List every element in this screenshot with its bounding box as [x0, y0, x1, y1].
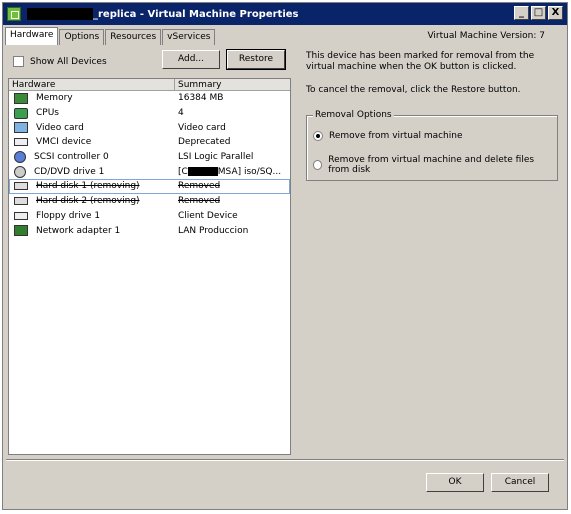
table-row[interactable]: Network adapter 1 LAN Produccion: [9, 223, 290, 238]
table-row[interactable]: Memory 16384 MB: [9, 91, 290, 106]
tab-vservices[interactable]: vServices: [162, 29, 216, 45]
tab-resources[interactable]: Resources: [105, 29, 162, 45]
table-row[interactable]: SCSI controller 0 LSI Logic Parallel: [9, 150, 290, 165]
memory-icon: [14, 92, 28, 104]
row-summary: Video card: [178, 122, 226, 133]
cancel-hint: To cancel the removal, click the Restore…: [306, 85, 521, 95]
row-name: CD/DVD drive 1: [34, 166, 105, 177]
video-card-icon: [14, 122, 28, 134]
table-row-selected[interactable]: Hard disk 1 (removing) Removed: [9, 179, 290, 194]
row-name: Memory: [36, 93, 73, 104]
header-hardware[interactable]: Hardware: [9, 79, 175, 90]
ok-button[interactable]: OK: [426, 473, 484, 492]
show-all-devices-row[interactable]: Show All Devices: [13, 56, 107, 67]
row-summary: 4: [178, 108, 184, 119]
vmci-icon: [14, 138, 28, 147]
hard-disk-icon: [14, 197, 28, 206]
row-name: Floppy drive 1: [36, 210, 101, 221]
remove-radio[interactable]: [313, 131, 323, 141]
header-summary[interactable]: Summary: [175, 79, 222, 90]
vm-version-label: Virtual Machine Version: 7: [427, 31, 545, 41]
footer-separator: [6, 459, 564, 461]
window-title: _replica - Virtual Machine Properties: [27, 8, 299, 20]
row-name: SCSI controller 0: [34, 152, 109, 163]
minimize-button[interactable]: _: [514, 6, 529, 20]
removal-options-title: Removal Options: [313, 110, 394, 120]
row-summary: [C MSA] iso/SQ...: [175, 166, 282, 177]
cdrom-icon: [14, 165, 26, 178]
table-row[interactable]: Floppy drive 1 Client Device: [9, 209, 290, 224]
removal-message: This device has been marked for removal …: [306, 51, 535, 72]
row-name: CPUs: [36, 108, 59, 119]
app-icon: [7, 7, 21, 21]
removal-options-group: Removal Options Remove from virtual mach…: [306, 110, 558, 181]
table-row[interactable]: CD/DVD drive 1 [C MSA] iso/SQ...: [9, 164, 290, 179]
table-row[interactable]: Video card Video card: [9, 120, 290, 135]
row-name: Video card: [36, 122, 84, 133]
remove-option-row[interactable]: Remove from virtual machine: [313, 131, 463, 141]
table-row[interactable]: VMCI device Deprecated: [9, 135, 290, 150]
cancel-button[interactable]: Cancel: [491, 473, 549, 492]
tab-hardware[interactable]: Hardware: [5, 27, 59, 45]
row-summary: Removed: [178, 196, 221, 207]
hard-disk-icon: [14, 182, 28, 191]
hardware-list: Hardware Summary Memory 16384 MB CPUs 4 …: [8, 78, 291, 455]
row-name: VMCI device: [36, 137, 92, 148]
network-icon: [14, 225, 28, 237]
row-name: Hard disk 2 (removing): [36, 196, 140, 207]
show-all-devices-label: Show All Devices: [30, 56, 107, 67]
row-name: Network adapter 1: [36, 225, 121, 236]
maximize-button[interactable]: □: [531, 6, 546, 20]
tab-options[interactable]: Options: [59, 29, 105, 45]
row-name: Hard disk 1 (removing): [36, 181, 140, 192]
show-all-devices-checkbox[interactable]: [13, 56, 24, 67]
close-button[interactable]: X: [548, 6, 563, 20]
summary-tail: MSA] iso/SQ...: [217, 166, 282, 177]
remove-label: Remove from virtual machine: [329, 131, 463, 141]
remove-delete-label: Remove from virtual machine and delete f…: [328, 155, 535, 175]
title-bar: _replica - Virtual Machine Properties _ …: [3, 3, 567, 25]
row-summary: LAN Produccion: [178, 225, 249, 236]
summary-head: [C: [178, 166, 188, 177]
vm-properties-window: _replica - Virtual Machine Properties _ …: [2, 2, 568, 510]
row-summary: LSI Logic Parallel: [178, 152, 254, 163]
table-row[interactable]: Hard disk 2 (removing) Removed: [9, 194, 290, 209]
floppy-icon: [14, 211, 28, 220]
remove-delete-option-row[interactable]: Remove from virtual machine and delete f…: [313, 155, 557, 175]
row-summary: Deprecated: [178, 137, 231, 148]
redacted-text: [187, 166, 218, 176]
add-button[interactable]: Add...: [162, 50, 220, 69]
cpu-icon: [14, 107, 28, 119]
restore-button[interactable]: Restore: [226, 49, 286, 70]
table-row[interactable]: CPUs 4: [9, 106, 290, 121]
redacted-name: [27, 8, 93, 20]
scsi-icon: [14, 151, 26, 164]
row-summary: Client Device: [178, 210, 238, 221]
hardware-list-header: Hardware Summary: [9, 79, 290, 91]
row-summary: Removed: [178, 181, 221, 192]
row-summary: 16384 MB: [178, 93, 224, 104]
tab-strip: Hardware Options Resources vServices: [5, 27, 216, 45]
remove-delete-radio[interactable]: [313, 160, 323, 170]
